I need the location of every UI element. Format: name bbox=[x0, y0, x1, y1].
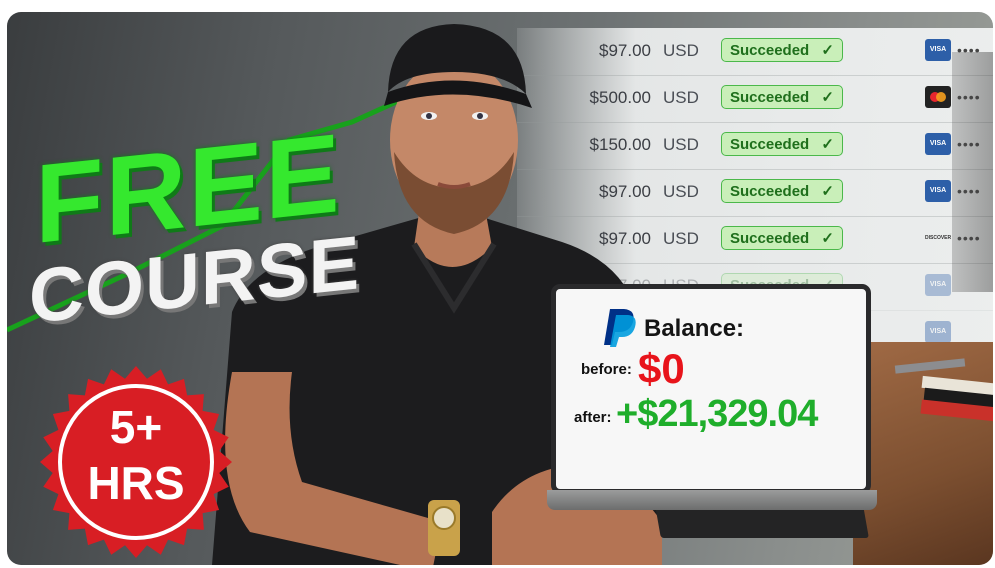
after-value: +$21,329.04 bbox=[616, 393, 818, 435]
seal-hours-number: 5+ bbox=[109, 401, 163, 453]
paypal-logo-icon bbox=[604, 309, 636, 347]
video-thumbnail[interactable]: $97.00 USD Succeeded ✓ VISA •••• $500.00 USD Suc… bbox=[7, 12, 993, 565]
seal-hours-label: HRS bbox=[87, 457, 185, 509]
balance-label: Balance: bbox=[644, 315, 745, 342]
bookshelf bbox=[952, 52, 993, 292]
laptop: Balance: before: $0 after: +$21,329.04 bbox=[547, 284, 877, 510]
before-value: $0 bbox=[638, 345, 685, 392]
before-label: before: bbox=[581, 361, 632, 378]
laptop-screen: Balance: before: $0 after: +$21,329.04 bbox=[551, 284, 871, 494]
laptop-base bbox=[547, 490, 877, 510]
duration-seal: 5+ HRS bbox=[33, 364, 239, 560]
after-label: after: bbox=[574, 409, 612, 426]
